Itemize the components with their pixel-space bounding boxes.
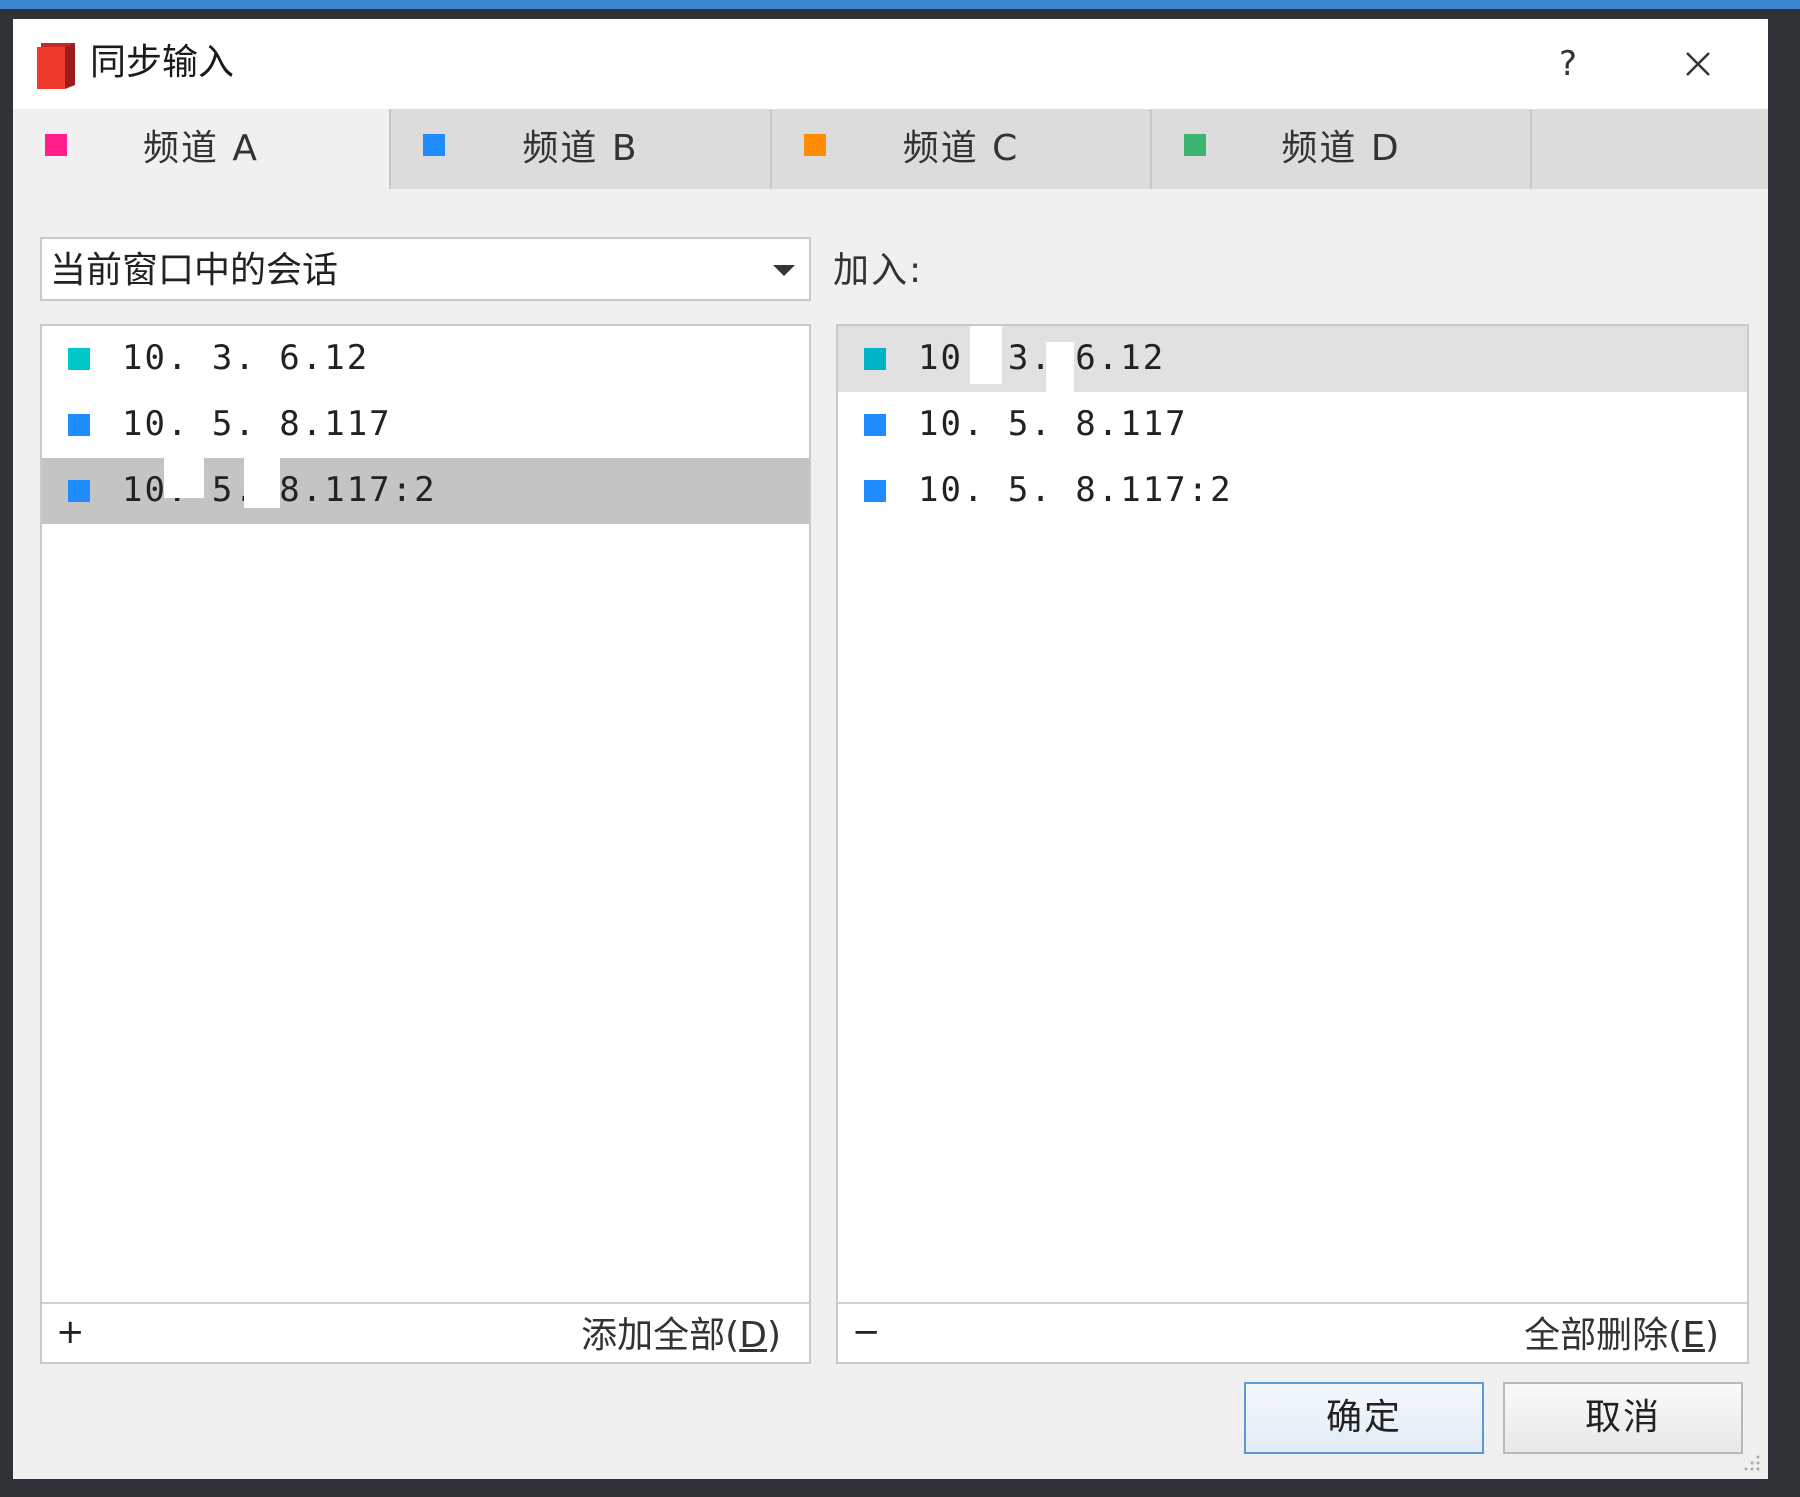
close-icon[interactable]	[1673, 39, 1723, 89]
session-color-icon	[68, 414, 90, 436]
session-color-icon	[864, 480, 886, 502]
session-address: 10. 5. 8.117:2	[918, 470, 1233, 510]
tab-channel-c[interactable]: 频道 C	[772, 109, 1152, 189]
session-color-icon	[68, 348, 90, 370]
remove-button[interactable]: −	[852, 1310, 881, 1354]
redaction-mask	[244, 458, 280, 508]
session-color-icon	[68, 480, 90, 502]
tab-label: 频道 D	[1281, 128, 1401, 169]
channel-tabs: 频道 A 频道 B 频道 C 频道 D	[13, 109, 1768, 189]
add-all-shortcut: D	[739, 1315, 767, 1356]
list-footer: + 添加全部(D)	[42, 1302, 809, 1362]
list-item[interactable]: 10. 5. 8.117:2	[838, 458, 1747, 524]
add-all-close: )	[766, 1315, 781, 1356]
sync-input-dialog: 同步输入 ? 频道 A 频道 B 频道 C 频道 D 当前窗口中的会话 加入:	[13, 19, 1768, 1479]
app-logo-icon	[37, 43, 75, 89]
tab-label: 频道 B	[522, 128, 639, 169]
session-address: 10. 3. 6.12	[918, 338, 1166, 378]
remove-all-shortcut: E	[1682, 1315, 1705, 1356]
help-button[interactable]: ?	[1543, 39, 1593, 89]
list-item[interactable]: 10. 3. 6.12	[42, 326, 809, 392]
add-all-button[interactable]: 添加全部(D)	[581, 1314, 781, 1358]
session-source-dropdown[interactable]: 当前窗口中的会话	[40, 237, 811, 301]
list-item-selected[interactable]: 10. 3. 6.12	[838, 326, 1747, 392]
add-all-label: 添加全部(	[581, 1315, 740, 1356]
session-address: 10. 3. 6.12	[122, 338, 370, 378]
list-footer: − 全部删除(E)	[838, 1302, 1747, 1362]
redaction-mask	[970, 326, 1002, 384]
ok-button[interactable]: 确定	[1244, 1382, 1484, 1454]
tab-label: 频道 A	[142, 128, 260, 169]
remove-all-button[interactable]: 全部删除(E)	[1524, 1314, 1719, 1358]
session-color-icon	[864, 348, 886, 370]
remove-all-close: )	[1704, 1315, 1719, 1356]
list-item[interactable]: 10. 5. 8.117	[42, 392, 809, 458]
tab-label: 频道 C	[902, 128, 1020, 169]
add-button[interactable]: +	[56, 1310, 85, 1354]
available-sessions-list[interactable]: 10. 3. 6.12 10. 5. 8.117 10. 5. 8.117:2 …	[40, 324, 811, 1364]
list-item[interactable]: 10. 5. 8.117	[838, 392, 1747, 458]
joined-label: 加入:	[833, 250, 924, 291]
session-address: 10. 5. 8.117	[918, 404, 1188, 444]
session-color-icon	[864, 414, 886, 436]
tab-channel-a[interactable]: 频道 A	[13, 109, 391, 189]
joined-sessions-list[interactable]: 10. 3. 6.12 10. 5. 8.117 10. 5. 8.117:2 …	[836, 324, 1749, 1364]
tab-channel-b[interactable]: 频道 B	[391, 109, 772, 189]
redaction-mask	[1046, 342, 1074, 392]
session-address: 10. 5. 8.117	[122, 404, 392, 444]
redaction-mask	[164, 458, 204, 498]
tab-channel-d[interactable]: 频道 D	[1152, 109, 1532, 189]
remove-all-label: 全部删除(	[1524, 1315, 1683, 1356]
window-top-border	[0, 0, 1800, 9]
title-bar[interactable]: 同步输入 ?	[13, 19, 1768, 109]
chevron-down-icon[interactable]	[773, 265, 795, 276]
resize-grip-icon[interactable]	[1740, 1451, 1762, 1473]
list-item-selected[interactable]: 10. 5. 8.117:2	[42, 458, 809, 524]
cancel-button[interactable]: 取消	[1503, 1382, 1743, 1454]
dropdown-selected-value: 当前窗口中的会话	[50, 250, 339, 291]
dialog-title: 同步输入	[90, 42, 235, 83]
